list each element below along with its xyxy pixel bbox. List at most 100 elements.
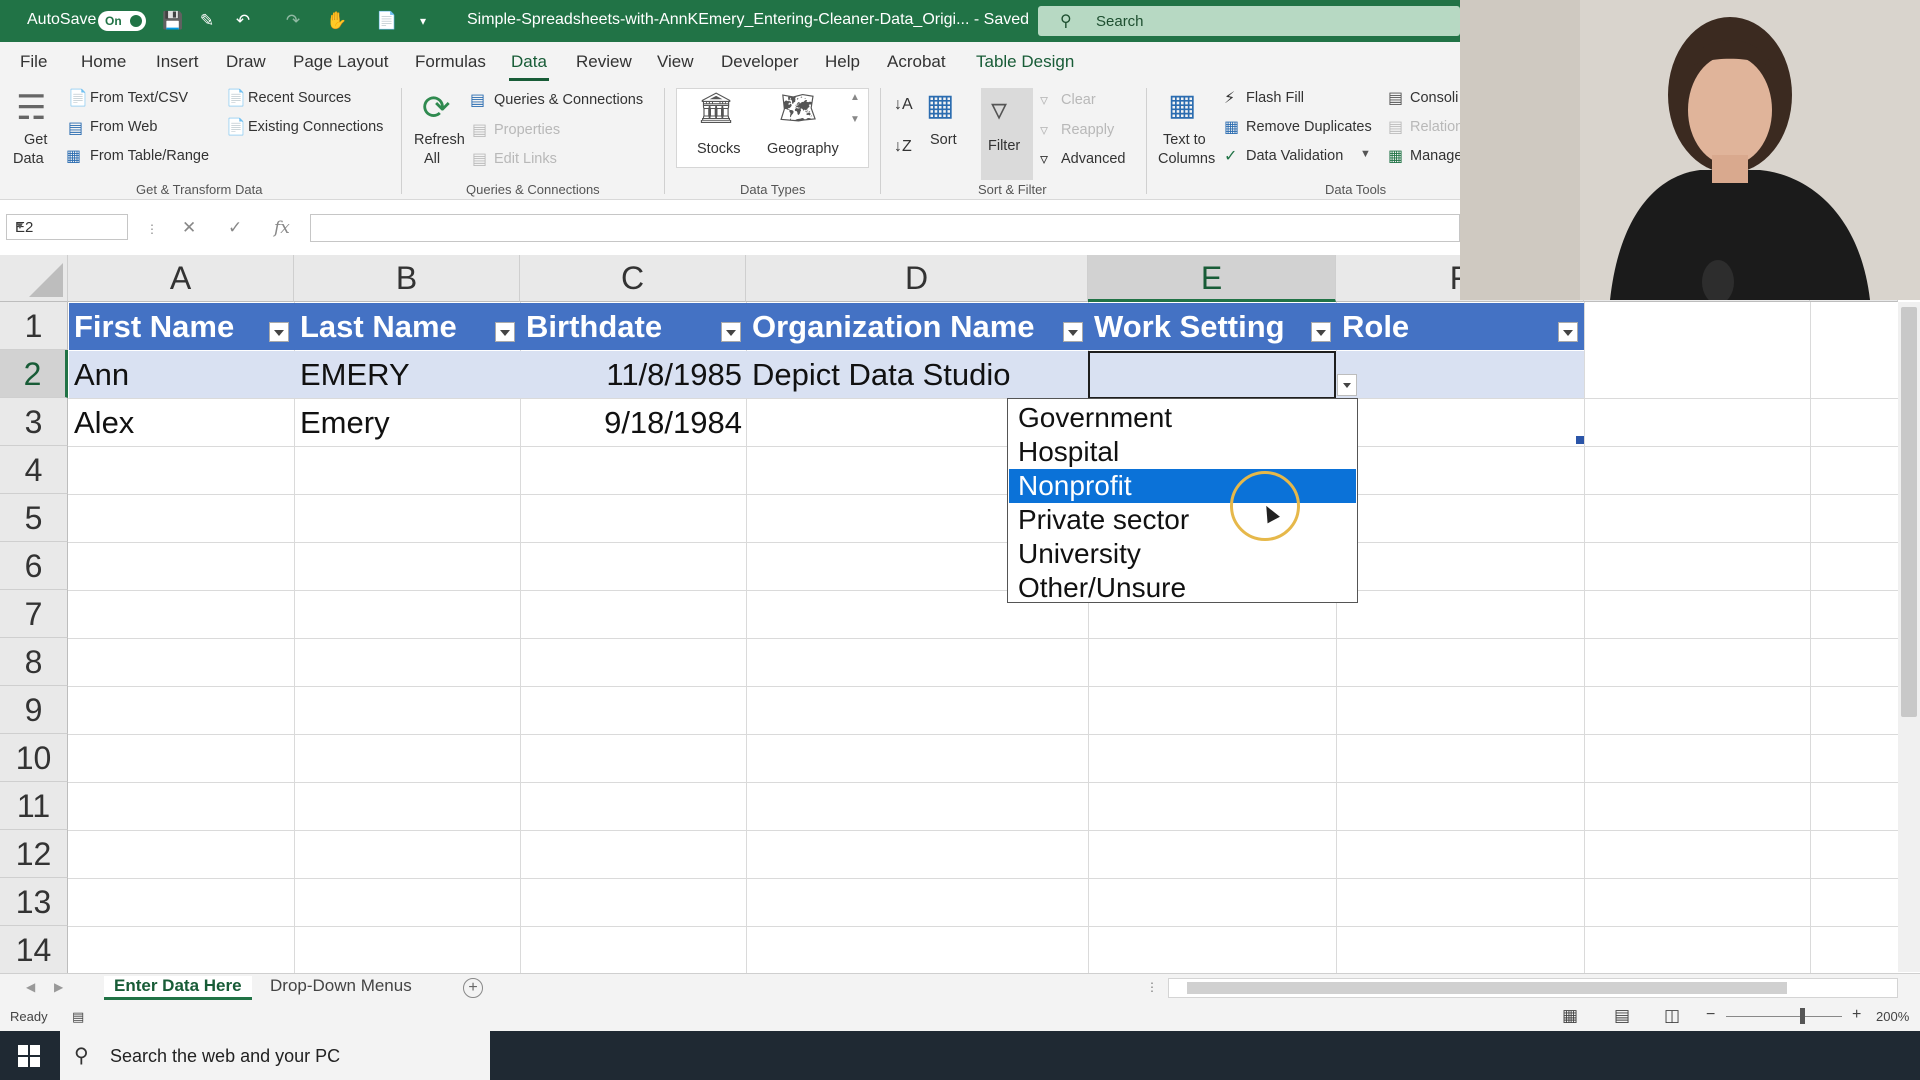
remove-duplicates-button[interactable]: Remove Duplicates	[1246, 119, 1372, 135]
tab-developer[interactable]: Developer	[721, 52, 799, 72]
clear-button[interactable]: Clear	[1061, 92, 1096, 108]
page-layout-view-icon[interactable]: ▤	[1614, 1006, 1630, 1026]
from-web-button[interactable]: From Web	[90, 119, 157, 135]
row-header-1[interactable]: 1	[0, 302, 68, 350]
touch-mode-icon[interactable]: ✋	[326, 11, 348, 31]
sheet-tab-enter-data-here[interactable]: Enter Data Here	[104, 976, 252, 1000]
zoom-level[interactable]: 200%	[1876, 1009, 1909, 1024]
tab-page-layout[interactable]: Page Layout	[293, 52, 388, 72]
zoom-slider[interactable]	[1726, 1016, 1842, 1017]
table-header-first-name[interactable]: First Name	[69, 303, 295, 350]
cell-a3[interactable]: Alex	[69, 399, 295, 446]
validation-dropdown-button[interactable]	[1337, 374, 1357, 396]
advanced-button[interactable]: Advanced	[1061, 151, 1126, 167]
customize-toolbar-icon[interactable]: ▾	[412, 11, 434, 31]
redo-icon[interactable]: ↷	[282, 11, 304, 31]
new-doc-icon[interactable]: 📄	[376, 11, 398, 31]
column-header-a[interactable]: A	[68, 255, 294, 302]
cancel-icon[interactable]: ✕	[182, 218, 196, 238]
properties-button[interactable]: Properties	[494, 122, 560, 138]
search-box[interactable]: ⚲ Search	[1038, 6, 1460, 36]
sort-za-icon[interactable]: ↓Z	[894, 138, 912, 156]
table-header-birthdate[interactable]: Birthdate	[521, 303, 747, 350]
normal-view-icon[interactable]: ▦	[1562, 1006, 1578, 1026]
save-icon[interactable]: 💾	[162, 11, 184, 31]
chevron-down-icon[interactable]: ▼	[1360, 148, 1371, 160]
validation-dropdown-list[interactable]: Government Hospital Nonprofit Private se…	[1007, 398, 1358, 603]
tab-file[interactable]: File	[20, 52, 47, 72]
cell-b2[interactable]: EMERY	[295, 351, 521, 398]
recent-sources-button[interactable]: Recent Sources	[248, 90, 351, 106]
dropdown-option-other-unsure[interactable]: Other/Unsure	[1009, 571, 1356, 605]
text-to-columns-label[interactable]: Columns	[1158, 151, 1215, 167]
row-header-14[interactable]: 14	[0, 926, 68, 973]
windows-start-icon[interactable]	[18, 1045, 40, 1067]
dropdown-option-hospital[interactable]: Hospital	[1009, 435, 1356, 469]
dropdown-option-university[interactable]: University	[1009, 537, 1356, 571]
cell-c3[interactable]: 9/18/1984	[521, 399, 747, 446]
save-as-icon[interactable]: ✎	[196, 11, 218, 31]
filter-dropdown-icon[interactable]	[721, 322, 741, 342]
flash-fill-button[interactable]: Flash Fill	[1246, 90, 1304, 106]
horizontal-scrollbar[interactable]	[1168, 978, 1898, 998]
table-header-role[interactable]: Role	[1337, 303, 1584, 350]
from-table-button[interactable]: From Table/Range	[90, 148, 209, 164]
relationships-button[interactable]: Relation	[1410, 119, 1463, 135]
dropdown-option-nonprofit[interactable]: Nonprofit	[1009, 469, 1356, 503]
refresh-all-label[interactable]: All	[424, 151, 440, 167]
tab-data[interactable]: Data	[509, 52, 549, 81]
chevron-down-icon[interactable]: ▼	[15, 221, 121, 232]
autosave-toggle[interactable]: On	[98, 11, 146, 31]
insert-function-icon[interactable]: fx	[274, 218, 290, 238]
row-header-4[interactable]: 4	[0, 446, 68, 494]
table-header-work-setting[interactable]: Work Setting	[1089, 303, 1337, 350]
select-all-button[interactable]	[0, 255, 68, 302]
geography-button[interactable]: Geography	[767, 141, 839, 157]
cell-f2[interactable]	[1337, 351, 1584, 398]
formula-input[interactable]	[310, 214, 1460, 242]
filter-dropdown-icon[interactable]	[1063, 322, 1083, 342]
zoom-in-icon[interactable]: +	[1852, 1006, 1861, 1024]
row-header-5[interactable]: 5	[0, 494, 68, 542]
filter-dropdown-icon[interactable]	[1311, 322, 1331, 342]
tab-view[interactable]: View	[657, 52, 694, 72]
zoom-slider-thumb[interactable]	[1800, 1008, 1805, 1024]
filter-dropdown-icon[interactable]	[269, 322, 289, 342]
zoom-out-icon[interactable]: −	[1706, 1006, 1715, 1024]
column-header-c[interactable]: C	[520, 255, 746, 302]
gallery-down-icon[interactable]: ▼	[850, 114, 860, 125]
column-header-e[interactable]: E	[1088, 255, 1336, 302]
dropdown-option-government[interactable]: Government	[1009, 401, 1356, 435]
cell-b3[interactable]: Emery	[295, 399, 521, 446]
row-header-9[interactable]: 9	[0, 686, 68, 734]
worksheet-grid[interactable]: A B C D E F 1 2 3 4 5 6 7 8 9 10 11 12 1…	[0, 255, 1920, 973]
filter-button[interactable]: ▿ Filter	[981, 88, 1033, 180]
row-header-7[interactable]: 7	[0, 590, 68, 638]
sort-az-icon[interactable]: ↓A	[894, 96, 913, 114]
sheet-prev-icon[interactable]: ◀	[26, 980, 35, 994]
tab-acrobat[interactable]: Acrobat	[887, 52, 946, 72]
tab-table-design[interactable]: Table Design	[976, 52, 1074, 72]
table-header-last-name[interactable]: Last Name	[295, 303, 521, 350]
get-data-button[interactable]: Get	[24, 132, 47, 148]
edit-links-button[interactable]: Edit Links	[494, 151, 557, 167]
filter-dropdown-icon[interactable]	[1558, 322, 1578, 342]
refresh-all-button[interactable]: Refresh	[414, 132, 465, 148]
taskbar-search-box[interactable]: ⚲ Search the web and your PC	[60, 1031, 490, 1080]
column-header-b[interactable]: B	[294, 255, 520, 302]
table-header-organization-name[interactable]: Organization Name	[747, 303, 1089, 350]
sheet-tab-drop-down-menus[interactable]: Drop-Down Menus	[270, 976, 412, 1000]
page-break-view-icon[interactable]: ◫	[1664, 1006, 1680, 1026]
horizontal-scroll-thumb[interactable]	[1187, 982, 1787, 994]
name-box[interactable]: E2 ▼	[6, 214, 128, 240]
vertical-scrollbar[interactable]	[1898, 302, 1920, 972]
tab-help[interactable]: Help	[825, 52, 860, 72]
sort-button[interactable]: Sort	[930, 132, 957, 148]
tab-draw[interactable]: Draw	[226, 52, 266, 72]
gallery-up-icon[interactable]: ▲	[850, 92, 860, 103]
row-header-13[interactable]: 13	[0, 878, 68, 926]
queries-connections-button[interactable]: Queries & Connections	[494, 92, 643, 108]
sheet-next-icon[interactable]: ▶	[54, 980, 63, 994]
cell-d2[interactable]: Depict Data Studio	[747, 351, 1089, 398]
undo-icon[interactable]: ↶	[232, 11, 254, 31]
